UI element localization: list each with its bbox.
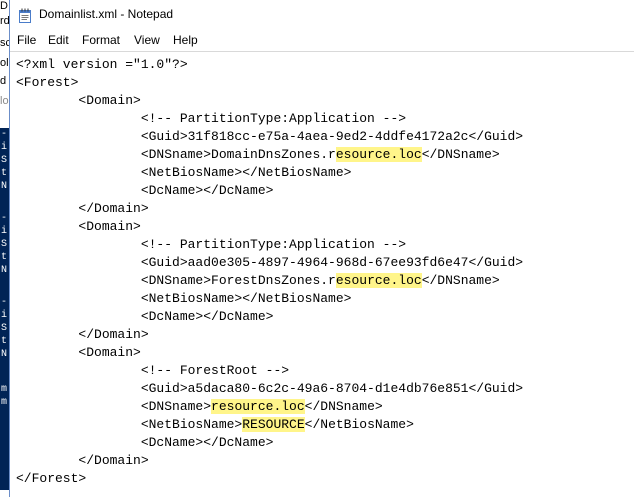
line-text: </Domain> [16,201,149,216]
text-line: <Forest> [16,74,78,92]
highlighted-text: resource.loc [211,399,305,414]
text-line: <DNSname>DomainDnsZones.resource.loc</DN… [16,146,500,164]
title-bar[interactable]: Domainlist.xml - Notepad [10,0,634,30]
line-text: </DNSname> [421,273,500,288]
text-line: <NetBiosName></NetBiosName> [16,290,352,308]
text-line: <!-- PartitionType:Application --> [16,110,406,128]
highlighted-text: RESOURCE [242,417,305,432]
line-text: </DNSname> [421,147,500,162]
line-text: <!-- ForestRoot --> [16,363,290,378]
line-text: <Guid>aad0e305-4897-4964-968d-67ee93fd6e… [16,255,524,270]
line-text: <Domain> [16,219,141,234]
line-text: <!-- PartitionType:Application --> [16,111,407,126]
window-title: Domainlist.xml - Notepad [39,7,174,21]
notepad-icon [19,8,31,23]
text-line: <DcName></DcName> [16,182,274,200]
background-text-fragment: d [0,75,7,87]
text-line: <Domain> [16,344,141,362]
menu-bar: File Edit Format View Help [10,30,634,51]
text-line: </Domain> [16,452,149,470]
line-text: <Guid>31f818cc-e75a-4aea-9ed2-4ddfe4172a… [16,129,524,144]
menu-format[interactable]: Format [82,33,120,47]
menu-view[interactable]: View [134,33,160,47]
text-line: <DcName></DcName> [16,434,274,452]
text-line: <DNSname>resource.loc</DNSname> [16,398,383,416]
line-text: <?xml version ="1.0"?> [16,57,188,72]
text-line: </Domain> [16,326,149,344]
text-line: <!-- ForestRoot --> [16,362,289,380]
line-text: <DNSname>DomainDnsZones.r [16,147,336,162]
line-text: <DNSname> [16,399,212,414]
highlighted-text: esource.loc [335,273,422,288]
line-text: </Domain> [16,327,149,342]
menu-file[interactable]: File [17,33,36,47]
line-text: <DNSname>ForestDnsZones.r [16,273,336,288]
background-text-fragment: ol [0,57,9,69]
line-text: <DcName></DcName> [16,309,274,324]
text-line: </Forest> [16,470,86,488]
text-line: <NetBiosName></NetBiosName> [16,164,352,182]
text-editor-area[interactable]: <?xml version ="1.0"?> <Forest> <Domain> … [10,51,634,498]
background-text-fragment: D [0,0,8,12]
text-line: <DcName></DcName> [16,308,274,326]
text-line: <Domain> [16,92,141,110]
text-line: <Guid>31f818cc-e75a-4aea-9ed2-4ddfe4172a… [16,128,523,146]
line-text: <DcName></DcName> [16,435,274,450]
text-line: <Guid>a5daca80-6c2c-49a6-8704-d1e4db76e8… [16,380,523,398]
line-text: </Forest> [16,471,87,486]
line-text: <Domain> [16,345,141,360]
line-text: <NetBiosName> [16,417,243,432]
notepad-window: Domainlist.xml - Notepad File Edit Forma… [9,0,634,498]
text-line: <Guid>aad0e305-4897-4964-968d-67ee93fd6e… [16,254,523,272]
text-line: <NetBiosName>RESOURCE</NetBiosName> [16,416,414,434]
menu-help[interactable]: Help [173,33,198,47]
line-text: <Guid>a5daca80-6c2c-49a6-8704-d1e4db76e8… [16,381,524,396]
background-text-fragment: lo [0,95,9,107]
text-line: </Domain> [16,200,149,218]
line-text: <DcName></DcName> [16,183,274,198]
line-text: </NetBiosName> [304,417,414,432]
line-text: <NetBiosName></NetBiosName> [16,291,352,306]
text-line: <?xml version ="1.0"?> [16,56,188,74]
line-text: <!-- PartitionType:Application --> [16,237,407,252]
text-line: <!-- PartitionType:Application --> [16,236,406,254]
menu-edit[interactable]: Edit [48,33,69,47]
text-line: <DNSname>ForestDnsZones.resource.loc</DN… [16,272,500,290]
line-text: <NetBiosName></NetBiosName> [16,165,352,180]
highlighted-text: esource.loc [335,147,422,162]
text-line: <Domain> [16,218,141,236]
line-text: <Domain> [16,93,141,108]
line-text: </Domain> [16,453,149,468]
line-text: </DNSname> [304,399,383,414]
line-text: <Forest> [16,75,79,90]
